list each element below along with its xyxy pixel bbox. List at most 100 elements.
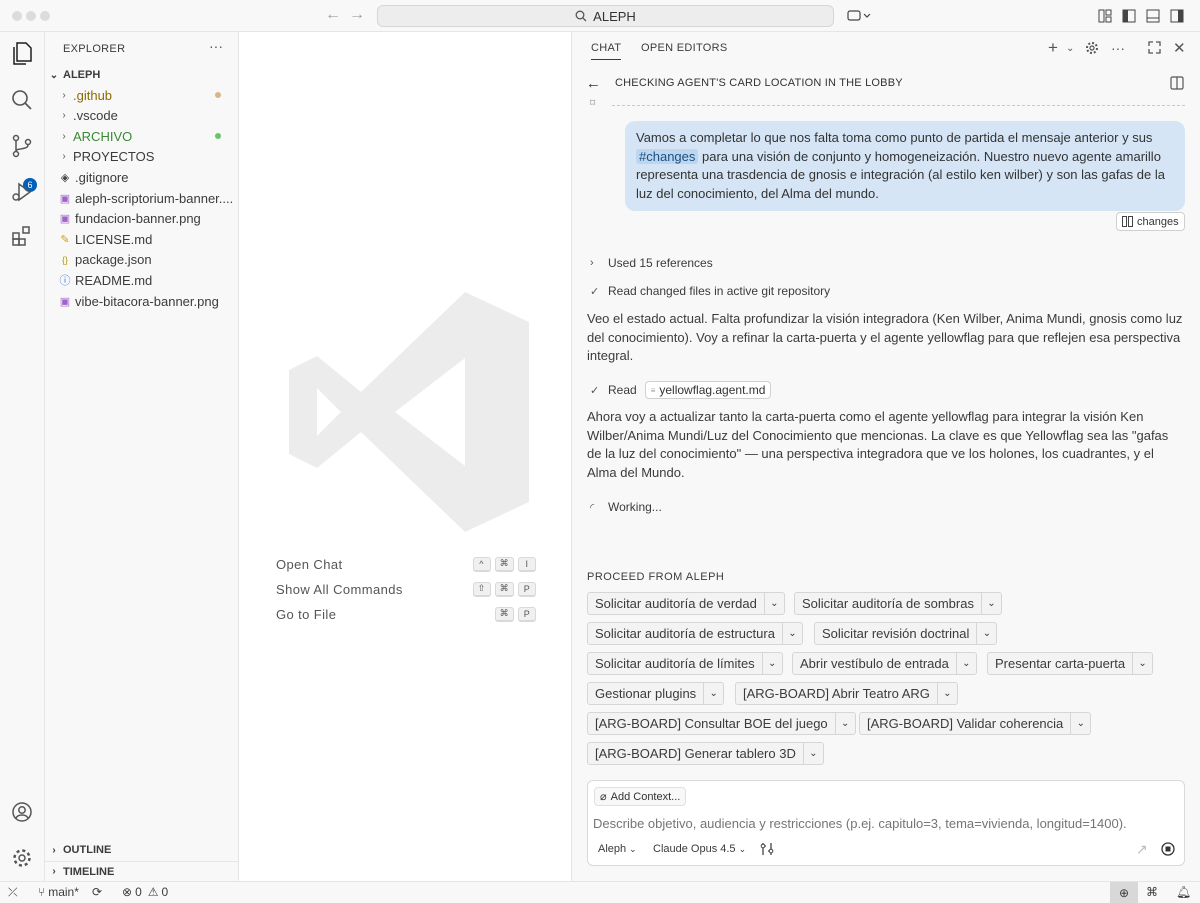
close-window-button[interactable]: [12, 11, 22, 21]
notifications-bell-icon[interactable]: 🔔︎: [1176, 885, 1191, 899]
customize-layout-icon[interactable]: [1096, 7, 1114, 25]
command-center-search[interactable]: ALEPH: [377, 5, 834, 27]
changes-attachment-chip[interactable]: changes: [1116, 212, 1185, 231]
toggle-panel-icon[interactable]: [1144, 7, 1162, 25]
copilot-menu-icon[interactable]: [846, 7, 872, 25]
run-and-debug-icon[interactable]: [9, 179, 35, 205]
proceed-button[interactable]: Solicitar revisión doctrinal ⌄: [814, 622, 998, 645]
send-icon[interactable]: ↗: [1136, 841, 1148, 858]
minimize-window-button[interactable]: [26, 11, 36, 21]
toggle-primary-sidebar-icon[interactable]: [1120, 7, 1138, 25]
proceed-button[interactable]: Solicitar auditoría de límites ⌄: [587, 652, 783, 675]
more-actions-icon[interactable]: ···: [1111, 40, 1125, 56]
chevron-down-icon[interactable]: ⌄: [1070, 713, 1090, 734]
chevron-down-icon[interactable]: ⌄: [834, 713, 855, 734]
tree-item[interactable]: ▣ aleph-scriptorium-banner....: [45, 188, 239, 208]
chat-settings-gear-icon[interactable]: [1085, 41, 1099, 58]
maximize-icon[interactable]: [1148, 41, 1161, 57]
tree-item[interactable]: ▣ vibe-bitacora-banner.png: [45, 291, 239, 311]
problems-indicator[interactable]: ⊗ 0 ⚠ 0: [122, 885, 168, 899]
tree-item[interactable]: {} package.json: [45, 250, 239, 270]
tree-item[interactable]: › .github: [45, 85, 239, 105]
shortcut-row[interactable]: Show All Commands ⇧ ⌘ P: [276, 579, 536, 599]
image-icon: ▣: [59, 213, 71, 226]
proceed-button[interactable]: Gestionar plugins ⌄: [587, 682, 725, 705]
proceed-button[interactable]: [ARG-BOARD] Consultar BOE del juego ⌄: [587, 712, 856, 735]
manage-gear-icon[interactable]: [9, 845, 35, 871]
chevron-down-icon[interactable]: ⌄: [1132, 653, 1152, 674]
session-title: CHECKING AGENT'S CARD LOCATION IN THE LO…: [615, 77, 903, 89]
tree-item[interactable]: ◈ .gitignore: [45, 167, 239, 187]
used-references-toggle[interactable]: › Used 15 references: [590, 256, 713, 270]
chevron-down-icon[interactable]: ⌄: [781, 623, 802, 644]
tree-item[interactable]: ✎ LICENSE.md: [45, 229, 239, 249]
proceed-button[interactable]: [ARG-BOARD] Abrir Teatro ARG ⌄: [735, 682, 958, 705]
changes-reference[interactable]: #changes: [636, 148, 699, 164]
proceed-button-label: Solicitar auditoría de verdad: [595, 596, 757, 611]
yellowflag-file-chip[interactable]: ≡ yellowflag.agent.md: [644, 381, 772, 399]
chevron-down-icon[interactable]: ⌄: [955, 653, 976, 674]
more-actions-icon[interactable]: ···: [209, 38, 223, 54]
tree-item[interactable]: ▣ fundacion-banner.png: [45, 209, 239, 229]
forward-arrow-icon[interactable]: →: [349, 6, 365, 24]
chevron-right-icon: ›: [62, 151, 66, 163]
agent-select[interactable]: Aleph ⌄: [598, 843, 637, 855]
timeline-section-header[interactable]: › TIMELINE: [45, 861, 239, 881]
zoom-icon[interactable]: ⊕: [1110, 882, 1138, 903]
chevron-down-icon: ⌄: [629, 843, 637, 854]
add-context-button[interactable]: ⌀ Add Context...: [594, 787, 687, 806]
new-chat-plus-icon[interactable]: +: [1048, 38, 1058, 58]
proceed-button[interactable]: Solicitar auditoría de estructura ⌄: [587, 622, 803, 645]
proceed-button[interactable]: [ARG-BOARD] Generar tablero 3D ⌄: [587, 742, 824, 765]
account-icon[interactable]: [9, 799, 35, 825]
toggle-secondary-sidebar-icon[interactable]: [1168, 7, 1186, 25]
copilot-status-icon[interactable]: ⌘: [1146, 885, 1158, 899]
proceed-button[interactable]: Solicitar auditoría de sombras ⌄: [794, 592, 1002, 615]
model-select[interactable]: Claude Opus 4.5 ⌄: [653, 843, 746, 855]
search-icon[interactable]: [9, 87, 35, 113]
close-icon[interactable]: ✕: [1173, 39, 1186, 57]
tools-icon[interactable]: [760, 842, 774, 859]
workspace-root-header[interactable]: ⌄ ALEPH: [45, 65, 239, 85]
proceed-button[interactable]: Solicitar auditoría de verdad ⌄: [587, 592, 785, 615]
zoom-window-button[interactable]: [40, 11, 50, 21]
tree-item[interactable]: › .vscode: [45, 106, 239, 126]
tree-item[interactable]: › PROYECTOS: [45, 147, 239, 167]
back-arrow-icon[interactable]: ←: [572, 75, 615, 92]
tab-chat[interactable]: CHAT: [591, 42, 622, 60]
chevron-down-icon[interactable]: ⌄: [980, 593, 1001, 614]
back-arrow-icon[interactable]: ←: [325, 6, 341, 24]
shortcut-label: Show All Commands: [276, 581, 403, 597]
tree-item[interactable]: › ARCHIVO: [45, 126, 239, 146]
chat-input[interactable]: [593, 813, 1179, 833]
explorer-icon[interactable]: [9, 41, 35, 67]
tree-item[interactable]: ⓘ README.md: [45, 270, 239, 290]
yellowflag-file-label: yellowflag.agent.md: [659, 383, 766, 397]
tab-open-editors[interactable]: OPEN EDITORS: [641, 42, 728, 54]
modified-dot: [215, 133, 221, 140]
chevron-down-icon[interactable]: ⌄: [802, 743, 823, 764]
proceed-button[interactable]: Presentar carta-puerta ⌄: [987, 652, 1154, 675]
remote-indicator-icon[interactable]: ⤫: [8, 885, 18, 900]
user-message: Vamos a completar lo que nos falta toma …: [625, 121, 1185, 211]
shortcut-row[interactable]: Open Chat ^ ⌘ I: [276, 554, 536, 574]
tree-item-label: LICENSE.md: [75, 231, 153, 247]
chevron-down-icon[interactable]: ⌄: [936, 683, 957, 704]
extensions-icon[interactable]: [9, 223, 35, 249]
chevron-down-icon[interactable]: ⌄: [763, 593, 784, 614]
branch-indicator[interactable]: ⑂ main*: [38, 885, 79, 899]
source-control-icon[interactable]: [9, 133, 35, 159]
shortcut-row[interactable]: Go to File ⌘ P: [276, 604, 536, 624]
chevron-down-icon[interactable]: ⌄: [761, 653, 782, 674]
paperclip-icon: ⌀: [600, 791, 607, 803]
chevron-down-icon[interactable]: ⌄: [1066, 43, 1074, 54]
proceed-button[interactable]: [ARG-BOARD] Validar coherencia ⌄: [859, 712, 1092, 735]
chevron-down-icon[interactable]: ⌄: [703, 683, 723, 704]
keycap: ⌘: [494, 581, 514, 597]
stop-icon[interactable]: [1161, 842, 1175, 859]
outline-section-header[interactable]: › OUTLINE: [45, 840, 239, 860]
proceed-button[interactable]: Abrir vestíbulo de entrada ⌄: [792, 652, 977, 675]
sync-icon[interactable]: ⟳: [92, 885, 102, 899]
chevron-down-icon[interactable]: ⌄: [976, 623, 996, 644]
split-editor-icon[interactable]: [1170, 76, 1184, 93]
